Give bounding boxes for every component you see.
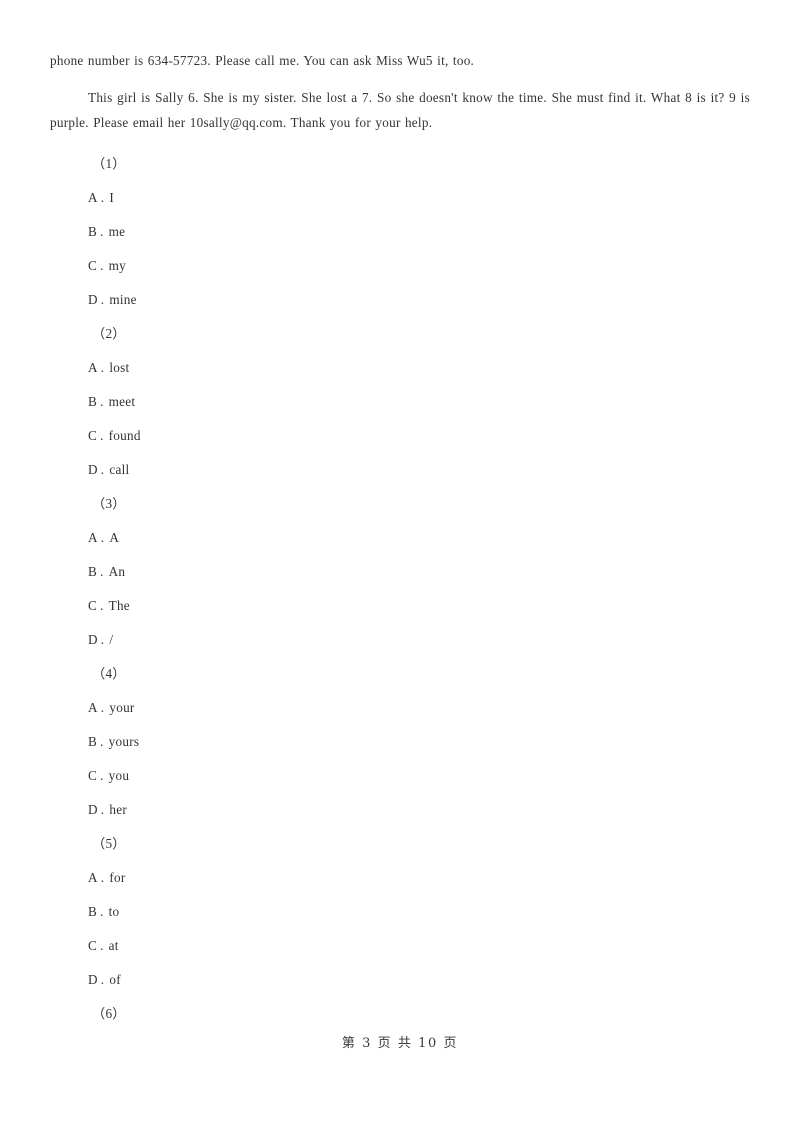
option-dot: .: [100, 802, 105, 817]
option-dot: .: [100, 462, 105, 477]
option-text: call: [109, 462, 130, 477]
question-group: （6）: [50, 997, 750, 1031]
question-list: （1） A. I B. me C. my D. mine （2） A. lost: [50, 147, 750, 1031]
question-option[interactable]: D. /: [50, 623, 750, 657]
option-letter: C: [88, 258, 98, 273]
question-group: （5） A. for B. to C. at D. of: [50, 827, 750, 997]
question-option[interactable]: D. her: [50, 793, 750, 827]
option-dot: .: [100, 972, 105, 987]
question-option[interactable]: C. my: [50, 249, 750, 283]
option-letter: B: [88, 224, 98, 239]
option-dot: .: [100, 224, 104, 239]
option-letter: A: [88, 870, 98, 885]
question-option[interactable]: A. your: [50, 691, 750, 725]
option-dot: .: [100, 258, 104, 273]
option-letter: D: [88, 462, 98, 477]
option-letter: C: [88, 938, 98, 953]
option-dot: .: [100, 564, 104, 579]
option-letter: B: [88, 564, 98, 579]
option-text: your: [109, 700, 135, 715]
option-text: found: [108, 428, 141, 443]
option-text: her: [109, 802, 127, 817]
question-option[interactable]: B. meet: [50, 385, 750, 419]
question-group: （1） A. I B. me C. my D. mine: [50, 147, 750, 317]
option-text: of: [109, 972, 121, 987]
question-group: （4） A. your B. yours C. you D. her: [50, 657, 750, 827]
option-letter: D: [88, 802, 98, 817]
question-option[interactable]: C. found: [50, 419, 750, 453]
option-letter: D: [88, 632, 98, 647]
option-letter: D: [88, 292, 98, 307]
option-dot: .: [100, 870, 105, 885]
option-dot: .: [100, 394, 104, 409]
page-number-text: 第 3 页 共 10 页: [341, 1036, 459, 1051]
option-text: lost: [109, 360, 130, 375]
option-text: I: [109, 190, 115, 205]
option-letter: A: [88, 360, 98, 375]
question-option[interactable]: B. to: [50, 895, 750, 929]
option-dot: .: [100, 938, 104, 953]
option-letter: C: [88, 428, 98, 443]
option-letter: A: [88, 530, 98, 545]
question-number: （6）: [92, 1006, 126, 1021]
option-text: meet: [108, 394, 136, 409]
document-page: phone number is 634-57723. Please call m…: [0, 0, 800, 1132]
option-dot: .: [100, 904, 104, 919]
question-option[interactable]: A. I: [50, 181, 750, 215]
option-text: An: [108, 564, 126, 579]
paragraph-sally: This girl is Sally 6. She is my sister. …: [50, 90, 750, 130]
option-letter: C: [88, 598, 98, 613]
option-text: me: [108, 224, 126, 239]
option-text: /: [109, 632, 114, 647]
question-option[interactable]: A.A: [50, 521, 750, 555]
option-dot: .: [100, 598, 104, 613]
option-text: yours: [108, 734, 140, 749]
question-group: （2） A. lost B. meet C. found D. call: [50, 317, 750, 487]
option-letter: D: [88, 972, 98, 987]
question-number: （5）: [92, 836, 126, 851]
question-option[interactable]: B. An: [50, 555, 750, 589]
page-footer: 第 3 页 共 10 页: [0, 1032, 800, 1052]
option-text: A: [109, 530, 120, 545]
option-text: to: [108, 904, 120, 919]
question-option[interactable]: D. mine: [50, 283, 750, 317]
option-dot: .: [100, 428, 104, 443]
option-text: my: [108, 258, 127, 273]
question-option[interactable]: C. The: [50, 589, 750, 623]
option-text: mine: [109, 292, 137, 307]
paragraph-continued: phone number is 634-57723. Please call m…: [50, 53, 475, 68]
option-dot: .: [100, 530, 105, 545]
option-letter: B: [88, 904, 98, 919]
question-number: （2）: [92, 326, 126, 341]
question-option[interactable]: B. yours: [50, 725, 750, 759]
question-number: （1）: [92, 156, 126, 171]
question-option[interactable]: C. you: [50, 759, 750, 793]
question-group: （3） A.A B. An C. The D. /: [50, 487, 750, 657]
question-option[interactable]: D. call: [50, 453, 750, 487]
option-letter: B: [88, 734, 98, 749]
question-option[interactable]: D. of: [50, 963, 750, 997]
question-number: （3）: [92, 496, 126, 511]
option-dot: .: [100, 292, 105, 307]
option-letter: A: [88, 700, 98, 715]
option-text: for: [109, 870, 126, 885]
option-text: The: [108, 598, 130, 613]
question-number: （4）: [92, 666, 126, 681]
option-dot: .: [100, 190, 105, 205]
page-content: phone number is 634-57723. Please call m…: [50, 48, 750, 1031]
option-dot: .: [100, 768, 104, 783]
option-dot: .: [100, 700, 105, 715]
option-dot: .: [100, 734, 104, 749]
option-letter: A: [88, 190, 98, 205]
option-text: at: [108, 938, 119, 953]
question-option[interactable]: B. me: [50, 215, 750, 249]
option-letter: B: [88, 394, 98, 409]
option-dot: .: [100, 360, 105, 375]
option-dot: .: [100, 632, 105, 647]
question-option[interactable]: A. for: [50, 861, 750, 895]
option-text: you: [108, 768, 130, 783]
question-option[interactable]: A. lost: [50, 351, 750, 385]
question-option[interactable]: C. at: [50, 929, 750, 963]
option-letter: C: [88, 768, 98, 783]
